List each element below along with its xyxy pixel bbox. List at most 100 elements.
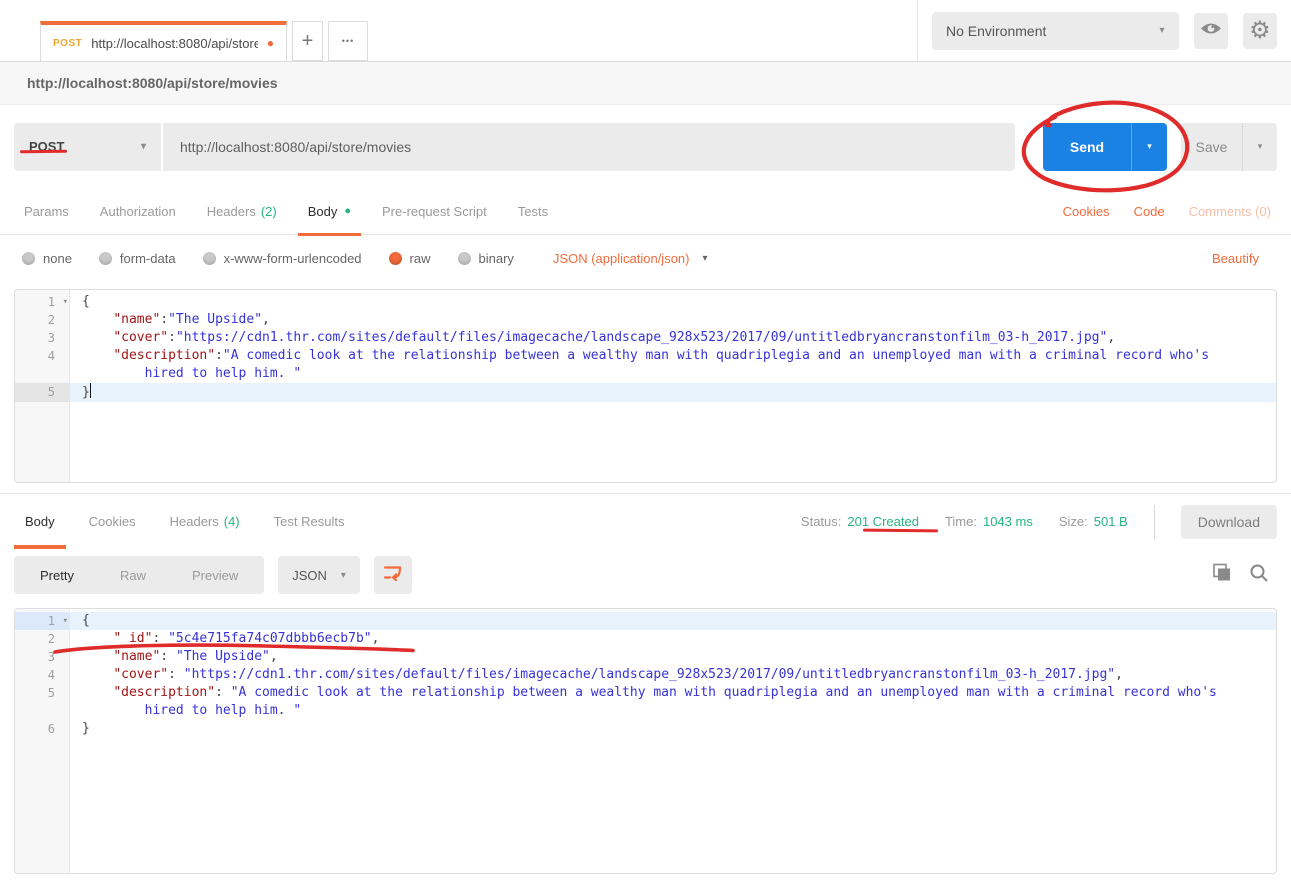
view-raw[interactable]: Raw (97, 568, 169, 583)
comments-link[interactable]: Comments (0) (1189, 204, 1271, 219)
environment-selected-label: No Environment (946, 23, 1046, 39)
code-link[interactable]: Code (1134, 204, 1165, 219)
settings-button[interactable]: ⚙ (1243, 13, 1277, 49)
url-input[interactable]: http://localhost:8080/api/store/movies (163, 123, 1015, 171)
chevron-down-icon: ▾ (1147, 141, 1152, 152)
method-selected-label: POST (29, 139, 64, 154)
response-tab-cookies[interactable]: Cookies (78, 494, 147, 549)
tab-options-button[interactable]: ••• (328, 21, 368, 61)
wrap-lines-button[interactable] (374, 556, 412, 594)
code-line: 2 "name":"The Upside", (15, 311, 1276, 329)
body-mode-row: none form-data x-www-form-urlencoded raw… (0, 235, 1291, 281)
view-preview[interactable]: Preview (169, 568, 261, 583)
line-number: 3 (15, 648, 70, 666)
copy-button[interactable] (1211, 562, 1232, 588)
code-text: } (70, 720, 1276, 738)
view-pretty[interactable]: Pretty (17, 568, 97, 583)
time-value: 1043 ms (983, 514, 1033, 529)
body-has-content-dot-icon: ● (344, 205, 351, 217)
fold-caret-icon[interactable]: ▾ (63, 293, 68, 311)
code-line: 4 "description":"A comedic look at the r… (15, 347, 1276, 365)
tab-headers[interactable]: Headers (2) (197, 188, 287, 235)
body-mode-none[interactable]: none (22, 251, 72, 266)
line-number: 6 (15, 720, 70, 738)
headers-count-badge: (2) (261, 204, 277, 219)
response-view-switcher: Pretty Raw Preview (14, 556, 264, 594)
environment-quick-look-button[interactable] (1194, 13, 1228, 49)
tab-tests[interactable]: Tests (508, 188, 558, 235)
tab-params[interactable]: Params (14, 188, 79, 235)
response-tab-headers[interactable]: Headers (4) (159, 494, 251, 549)
tab-authorization[interactable]: Authorization (90, 188, 186, 235)
code-text: { (70, 612, 1276, 630)
tab-body[interactable]: Body ● (298, 188, 361, 235)
body-mode-urlencoded[interactable]: x-www-form-urlencoded (203, 251, 362, 266)
gear-icon: ⚙ (1249, 19, 1271, 43)
beautify-link[interactable]: Beautify (1212, 251, 1269, 266)
response-body-editor[interactable]: 1▾{2 "_id": "5c4e715fa74c07dbbb6ecb7b",3… (14, 608, 1277, 874)
text-cursor (90, 383, 92, 398)
request-builder: POST ▾ http://localhost:8080/api/store/m… (0, 105, 1291, 188)
line-number: 2 (15, 630, 70, 648)
chevron-down-icon: ▾ (1160, 25, 1165, 36)
code-text: "description":"A comedic look at the rel… (70, 347, 1276, 365)
code-text: hired to help him. " (70, 365, 1276, 383)
vertical-divider (1154, 505, 1155, 539)
response-headers-count-badge: (4) (224, 514, 240, 529)
download-button[interactable]: Download (1181, 505, 1277, 539)
radio-icon (22, 252, 35, 265)
response-toolbar: Pretty Raw Preview JSON ▾ (0, 549, 1291, 601)
code-text: hired to help him. " (70, 702, 1276, 720)
code-line: 3 "name": "The Upside", (15, 648, 1276, 666)
save-options-button[interactable]: ▾ (1243, 123, 1277, 171)
chevron-down-icon: ▾ (341, 570, 346, 581)
chevron-down-icon: ▾ (141, 141, 146, 152)
code-text: "cover": "https://cdn1.thr.com/sites/def… (70, 666, 1276, 684)
radio-selected-icon (389, 252, 402, 265)
cookies-link[interactable]: Cookies (1063, 204, 1110, 219)
method-select[interactable]: POST ▾ (14, 123, 161, 171)
request-tab-bar: POST http://localhost:8080/api/store/ ● … (0, 0, 917, 61)
radio-icon (203, 252, 216, 265)
url-value: http://localhost:8080/api/store/movies (180, 139, 411, 155)
request-tabs: Params Authorization Headers (2) Body ● … (0, 188, 1291, 235)
line-number (15, 365, 70, 383)
code-text: "_id": "5c4e715fa74c07dbbb6ecb7b", (70, 630, 1276, 648)
request-tab[interactable]: POST http://localhost:8080/api/store/ ● (40, 21, 287, 61)
request-body-editor[interactable]: 1▾{2 "name":"The Upside",3 "cover":"http… (14, 289, 1277, 483)
eye-icon (1200, 21, 1222, 41)
code-line: 1▾{ (15, 293, 1276, 311)
save-button[interactable]: Save (1181, 123, 1243, 171)
request-body-code: 1▾{2 "name":"The Upside",3 "cover":"http… (15, 290, 1276, 402)
content-type-select[interactable]: JSON (application/json) ▾ (553, 251, 708, 266)
code-text: "name": "The Upside", (70, 648, 1276, 666)
code-text: "cover":"https://cdn1.thr.com/sites/defa… (70, 329, 1276, 347)
response-format-select[interactable]: JSON ▾ (278, 556, 360, 594)
tab-pre-request-script[interactable]: Pre-request Script (372, 188, 497, 235)
send-button[interactable]: Send (1043, 123, 1131, 171)
response-tab-body[interactable]: Body (14, 494, 66, 549)
line-number: 1▾ (15, 293, 70, 311)
line-number (15, 702, 70, 720)
environment-area: No Environment ▾ ⚙ (917, 0, 1291, 61)
send-options-button[interactable]: ▾ (1131, 123, 1167, 171)
body-mode-binary[interactable]: binary (458, 251, 514, 266)
search-button[interactable] (1249, 563, 1269, 588)
new-tab-button[interactable]: + (292, 21, 323, 61)
body-mode-raw[interactable]: raw (389, 251, 431, 266)
body-mode-form-data[interactable]: form-data (99, 251, 176, 266)
environment-select[interactable]: No Environment ▾ (932, 12, 1179, 50)
wrap-text-icon (383, 564, 402, 586)
send-button-group: Send ▾ (1043, 123, 1167, 171)
response-body-code: 1▾{2 "_id": "5c4e715fa74c07dbbb6ecb7b",3… (15, 609, 1276, 738)
request-title-bar: http://localhost:8080/api/store/movies (0, 62, 1291, 105)
fold-caret-icon[interactable]: ▾ (63, 612, 68, 630)
chevron-down-icon: ▾ (702, 253, 707, 264)
response-tab-test-results[interactable]: Test Results (263, 494, 356, 549)
line-number: 5 (15, 684, 70, 702)
line-number: 3 (15, 329, 70, 347)
line-number: 1▾ (15, 612, 70, 630)
code-line: 2 "_id": "5c4e715fa74c07dbbb6ecb7b", (15, 630, 1276, 648)
tab-method-badge: POST (53, 38, 82, 49)
request-quick-links: Cookies Code Comments (0) (1063, 204, 1277, 219)
